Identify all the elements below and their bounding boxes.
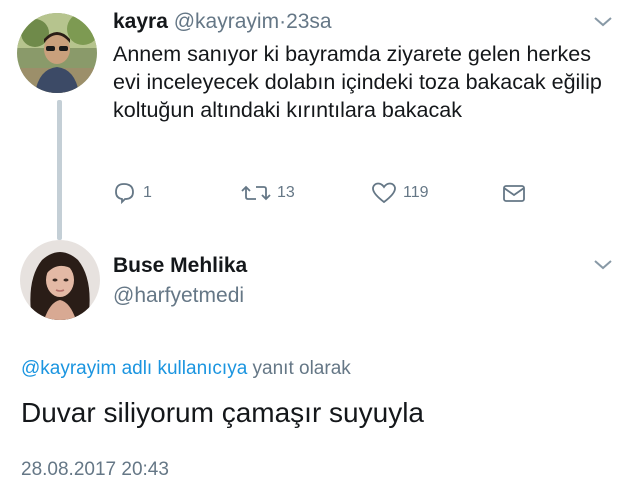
replying-to-line: @kayrayim adlı kullanıcıya yanıt olarak bbox=[21, 357, 351, 381]
tweet1-actions-bar: 1 13 119 bbox=[113, 180, 533, 206]
like-button[interactable]: 119 bbox=[371, 180, 429, 206]
direct-message-button[interactable] bbox=[501, 180, 527, 206]
replying-to-suffix: yanıt olarak bbox=[252, 358, 351, 379]
avatar-buse-mehlika-image bbox=[20, 240, 100, 320]
tweet2-author-handle[interactable]: @harfyetmedi bbox=[113, 283, 244, 309]
heart-icon bbox=[372, 182, 396, 204]
tweet1-time[interactable]: 23sa bbox=[286, 10, 332, 33]
tweet2-menu-chevron-down-icon[interactable] bbox=[592, 258, 614, 272]
reply-button[interactable]: 1 bbox=[113, 180, 152, 206]
reply-icon bbox=[115, 183, 134, 205]
retweet-count: 13 bbox=[277, 184, 295, 201]
tweet2-author-name[interactable]: Buse Mehlika bbox=[113, 253, 247, 279]
tweet1-author-handle[interactable]: @kayrayim bbox=[174, 10, 279, 33]
replying-to-mention-link[interactable]: @kayrayim adlı kullanıcıya bbox=[21, 358, 247, 379]
retweet-button[interactable]: 13 bbox=[241, 180, 295, 206]
retweet-icon bbox=[241, 185, 271, 201]
avatar-kayra-image bbox=[17, 13, 97, 93]
tweet1-header: kayra @kayrayim·23sa bbox=[113, 10, 332, 34]
tweet1-menu-chevron-down-icon[interactable] bbox=[592, 15, 614, 29]
tweet1-separator: · bbox=[279, 10, 287, 33]
tweet2-timestamp[interactable]: 28.08.2017 20:43 bbox=[21, 458, 169, 482]
tweet2-text: Duvar siliyorum çamaşır suyuyla bbox=[21, 397, 424, 428]
tweet1-text: Annem sanıyor ki bayramda ziyarete gelen… bbox=[113, 42, 602, 122]
avatar-buse-mehlika[interactable] bbox=[20, 240, 100, 320]
reply-count: 1 bbox=[143, 184, 152, 201]
like-count: 119 bbox=[403, 184, 429, 201]
envelope-icon bbox=[503, 185, 525, 202]
thread-connector-line bbox=[57, 100, 62, 240]
tweet1-author-name[interactable]: kayra bbox=[113, 10, 168, 33]
avatar-kayra[interactable] bbox=[17, 13, 97, 93]
